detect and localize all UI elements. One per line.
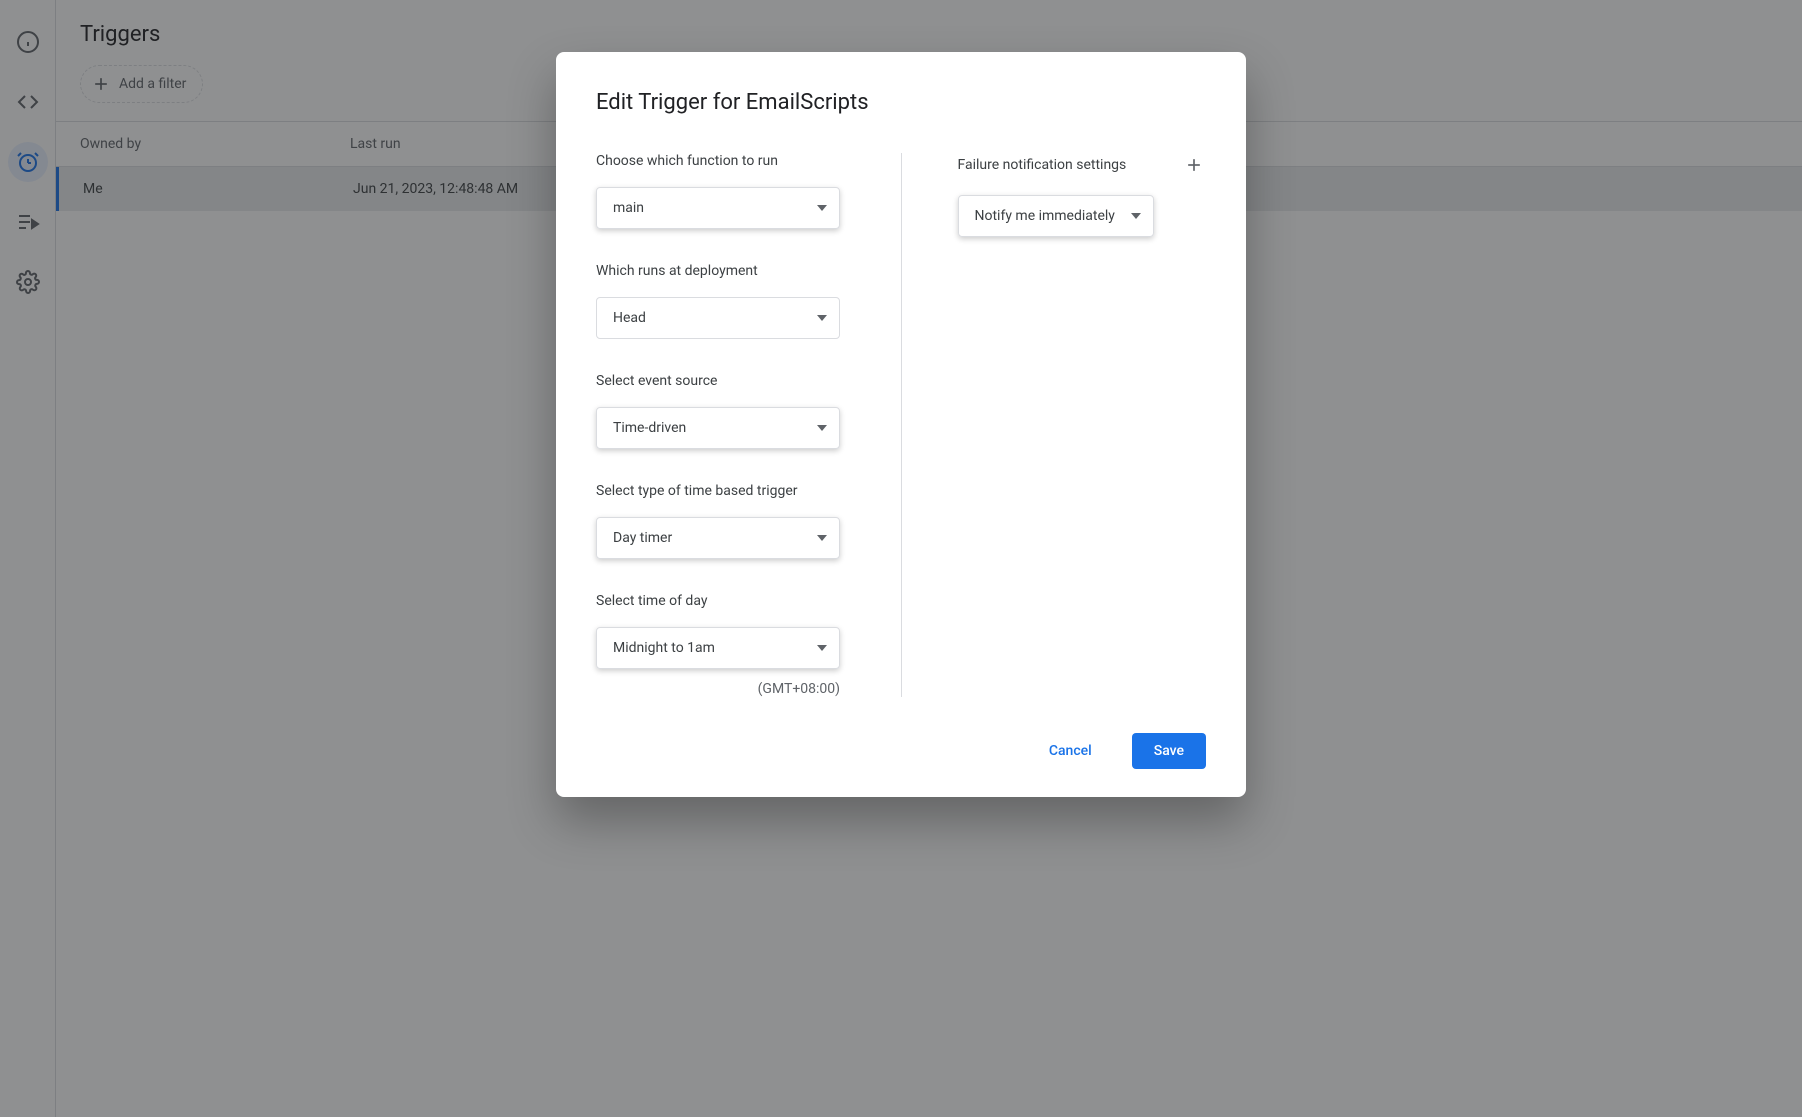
notification-select[interactable]: Notify me immediately <box>958 195 1154 237</box>
time-of-day-label: Select time of day <box>596 593 845 609</box>
chevron-down-icon <box>1131 211 1141 221</box>
timezone-note: (GMT+08:00) <box>596 681 840 697</box>
notification-label: Failure notification settings <box>958 157 1127 173</box>
modal-overlay[interactable]: Edit Trigger for EmailScripts Choose whi… <box>0 0 1802 1117</box>
deployment-value: Head <box>613 310 646 326</box>
chevron-down-icon <box>817 203 827 213</box>
time-trigger-type-label: Select type of time based trigger <box>596 483 845 499</box>
time-trigger-type-value: Day timer <box>613 530 672 546</box>
chevron-down-icon <box>817 643 827 653</box>
time-of-day-value: Midnight to 1am <box>613 640 715 656</box>
save-button[interactable]: Save <box>1132 733 1206 769</box>
time-trigger-type-select[interactable]: Day timer <box>596 517 840 559</box>
deployment-select[interactable]: Head <box>596 297 840 339</box>
event-source-label: Select event source <box>596 373 845 389</box>
modal-title: Edit Trigger for EmailScripts <box>596 90 1206 115</box>
notification-value: Notify me immediately <box>975 208 1115 224</box>
time-of-day-select[interactable]: Midnight to 1am <box>596 627 840 669</box>
chevron-down-icon <box>817 533 827 543</box>
function-select[interactable]: main <box>596 187 840 229</box>
event-source-value: Time-driven <box>613 420 686 436</box>
cancel-button[interactable]: Cancel <box>1027 733 1114 769</box>
event-source-select[interactable]: Time-driven <box>596 407 840 449</box>
edit-trigger-modal: Edit Trigger for EmailScripts Choose whi… <box>556 52 1246 797</box>
add-notification-button[interactable] <box>1182 153 1206 177</box>
chevron-down-icon <box>817 423 827 433</box>
function-value: main <box>613 200 644 216</box>
chevron-down-icon <box>817 313 827 323</box>
deployment-label: Which runs at deployment <box>596 263 845 279</box>
plus-icon <box>1184 155 1204 175</box>
function-label: Choose which function to run <box>596 153 845 169</box>
